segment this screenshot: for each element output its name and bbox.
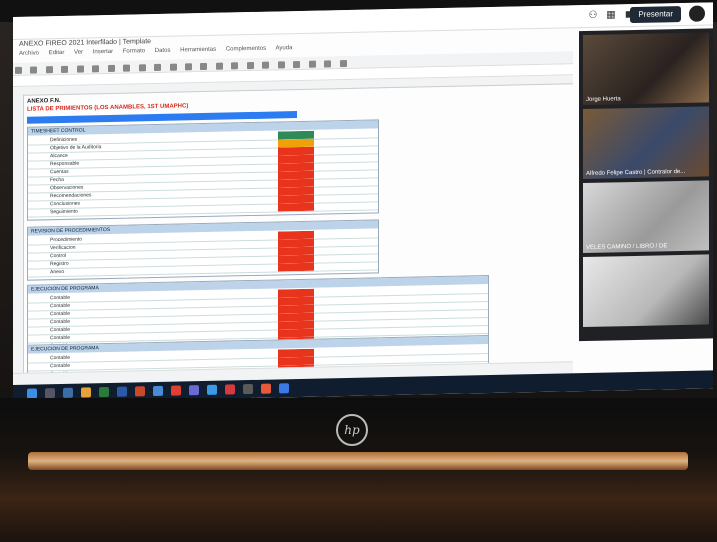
menu-item-datos[interactable]: Datos <box>155 48 171 54</box>
row-label: Contable <box>50 318 71 326</box>
paint-format-icon[interactable] <box>61 65 69 73</box>
row-label: Fecha <box>50 176 64 184</box>
menu-item-herramientas[interactable]: Herramientas <box>180 47 216 54</box>
strikethrough-icon[interactable] <box>169 63 177 71</box>
function-icon[interactable] <box>339 60 347 68</box>
spreadsheet-grid[interactable]: ANEXO F.N. LISTA DE PRIMIENTOS (LOS ANAM… <box>13 83 573 389</box>
row-label: Contable <box>50 294 71 302</box>
zoom-icon[interactable] <box>76 65 84 73</box>
brand-logo: hp <box>336 414 368 446</box>
document-title[interactable]: ANEXO FIREO 2021 Interfilado | Template <box>19 38 151 48</box>
status-cell[interactable] <box>278 262 314 272</box>
row-label: Alcance <box>50 152 68 160</box>
row-numbers <box>13 94 24 385</box>
wrap-icon[interactable] <box>262 61 270 69</box>
edge-icon[interactable] <box>63 387 73 398</box>
font-icon[interactable] <box>123 64 131 72</box>
chart-icon[interactable] <box>308 60 316 68</box>
row-label: Anexo <box>50 268 65 276</box>
laptop-hinge <box>28 452 688 470</box>
menu-item-archivo[interactable]: Archivo <box>19 50 39 56</box>
people-icon[interactable]: ⚇ <box>587 10 599 22</box>
app-icon[interactable] <box>225 384 235 395</box>
row-label: Definiciones <box>50 136 78 144</box>
participant-tile[interactable]: Alfredo Felipe Castro | Contralor de... <box>583 106 709 180</box>
currency-icon[interactable] <box>92 65 100 73</box>
present-button[interactable]: Presentar <box>630 6 681 24</box>
row-label: Contable <box>50 310 71 318</box>
italic-icon[interactable] <box>154 63 162 72</box>
sheet-subtitle: LISTA DE PRIMIENTOS (LOS ANAMBLES, 1ST U… <box>27 103 189 113</box>
row-label: Verificacion <box>50 244 76 252</box>
status-cell[interactable] <box>278 202 314 212</box>
search-icon[interactable] <box>45 388 55 399</box>
avatar[interactable] <box>689 5 705 22</box>
meet-video-panel: Jorge Huerta Alfredo Felipe Castro | Con… <box>579 28 713 342</box>
participant-name: VELES CAMINO / LIBRO / DE <box>586 243 668 251</box>
word-icon[interactable] <box>117 386 127 397</box>
row-label: Contable <box>50 334 71 342</box>
row-label: Contable <box>50 302 71 310</box>
row-label: Seguimiento <box>50 208 78 216</box>
menu-item-insertar[interactable]: Insertar <box>93 49 113 55</box>
participant-tile[interactable] <box>583 254 709 328</box>
excel-icon[interactable] <box>99 386 109 398</box>
app-icon[interactable] <box>261 383 271 394</box>
undo-icon[interactable] <box>15 66 22 74</box>
row-label: Observaciones <box>50 184 84 192</box>
sheet-title: ANEXO F.N. <box>27 98 61 105</box>
redo-icon[interactable] <box>30 66 38 74</box>
link-icon[interactable] <box>277 61 285 69</box>
powerpoint-icon[interactable] <box>135 386 145 397</box>
app-icon[interactable] <box>243 383 253 395</box>
print-icon[interactable] <box>45 66 53 74</box>
filter-icon[interactable] <box>324 60 332 68</box>
grid-view-icon[interactable]: ▦ <box>605 9 617 21</box>
chrome-icon[interactable] <box>171 385 181 396</box>
comment-icon[interactable] <box>293 60 301 69</box>
merge-icon[interactable] <box>231 62 239 70</box>
row-label: Registro <box>50 260 69 268</box>
table-block-1: TIMESHEET CONTROL Definiciones Objetivo d… <box>27 119 379 221</box>
participant-tile[interactable]: VELES CAMINO / LIBRO / DE <box>583 180 709 254</box>
align-icon[interactable] <box>246 61 254 70</box>
row-label: Contable <box>50 326 71 334</box>
participant-name: Alfredo Felipe Castro | Contralor de... <box>586 168 686 177</box>
table-block-2: REVISION DE PROCEDIMIENTOS Procedimiento… <box>27 219 379 281</box>
app-icon[interactable] <box>279 383 289 394</box>
participant-name: Jorge Huerta <box>586 96 621 103</box>
percent-icon[interactable] <box>107 64 115 73</box>
row-label: Procedimiento <box>50 236 82 244</box>
folder-icon[interactable] <box>81 387 91 398</box>
row-label: Responsable <box>50 160 80 168</box>
menu-item-complementos[interactable]: Complementos <box>226 46 266 53</box>
borders-icon[interactable] <box>215 62 223 70</box>
row-label: Contable <box>50 354 71 362</box>
text-color-icon[interactable] <box>184 63 192 71</box>
outlook-icon[interactable] <box>153 385 163 397</box>
row-label: Conclusiones <box>50 200 81 208</box>
row-label: Cuentas <box>50 168 69 176</box>
fill-color-icon[interactable] <box>200 62 208 71</box>
participant-tile[interactable]: Jorge Huerta <box>583 32 709 106</box>
teams-icon[interactable] <box>189 385 199 396</box>
app-icon[interactable] <box>207 384 217 395</box>
menu-item-ayuda[interactable]: Ayuda <box>276 45 293 51</box>
bold-icon[interactable] <box>138 64 146 72</box>
menu-item-ver[interactable]: Ver <box>74 50 83 56</box>
row-label: Control <box>50 252 67 260</box>
row-label: Contable <box>50 362 71 370</box>
laptop-screen: ⚇ ▦ ◼ Presentar ANEXO FIREO 2021 Interfi… <box>13 2 713 403</box>
menu-item-editar[interactable]: Editar <box>49 50 65 56</box>
menu-item-formato[interactable]: Formato <box>123 48 145 54</box>
